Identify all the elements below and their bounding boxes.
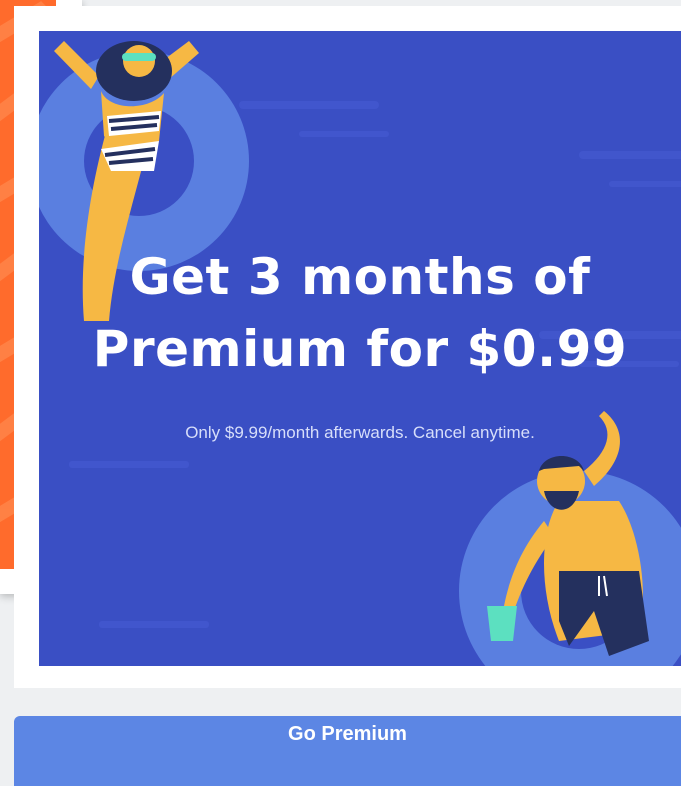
- promo-subline: Only $9.99/month afterwards. Cancel anyt…: [185, 423, 535, 442]
- promo-headline-line1: Get 3 months of: [129, 248, 591, 306]
- promo-headline: Get 3 months of Premium for $0.99: [39, 241, 681, 385]
- premium-offer-card: Get 3 months of Premium for $0.99 Only $…: [14, 6, 681, 688]
- promo-banner: Get 3 months of Premium for $0.99 Only $…: [39, 31, 681, 666]
- go-premium-button[interactable]: Go Premium: [14, 716, 681, 786]
- promo-headline-line2: Premium for $0.99: [92, 320, 628, 378]
